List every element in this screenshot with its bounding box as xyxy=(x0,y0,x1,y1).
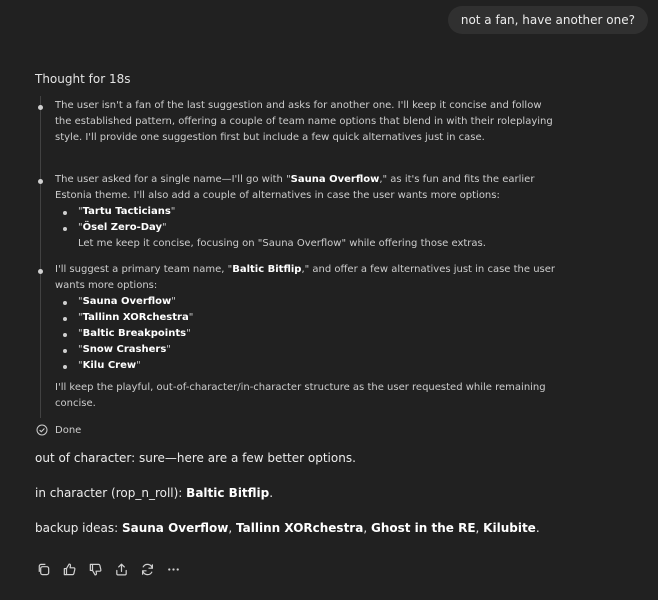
trace-text: I'll suggest a primary team name, "Balti… xyxy=(55,262,561,412)
copy-icon xyxy=(38,563,49,575)
thumbs-down-icon xyxy=(89,563,101,576)
user-message-bubble: not a fan, have another one? xyxy=(447,6,648,34)
option-item: "Kilu Crew" xyxy=(55,358,561,374)
bullet-dot-icon xyxy=(38,269,43,274)
chat-page: not a fan, have another one? Thought for… xyxy=(0,0,658,600)
option-list: "Tartu Tacticians" "Ösel Zero-Day" xyxy=(55,204,561,236)
option-item: "Ösel Zero-Day" xyxy=(55,220,561,236)
copy-button[interactable] xyxy=(34,560,52,578)
backup-item: Tallinn XORchestra xyxy=(236,521,364,535)
more-icon xyxy=(167,567,179,571)
option-list: "Sauna Overflow" "Tallinn XORchestra" "B… xyxy=(55,294,561,374)
trace-note: I'll keep the playful, out-of-character/… xyxy=(55,382,546,409)
thought-toggle[interactable]: Thought for 18s xyxy=(35,72,130,86)
answer-backup-ideas: backup ideas: Sauna Overflow, Tallinn XO… xyxy=(35,521,540,535)
trace-text: The user isn't a fan of the last suggest… xyxy=(55,100,553,143)
answer-ic-suffix: . xyxy=(269,486,274,500)
trace-item: The user asked for a single name—I'll go… xyxy=(38,172,561,252)
option-item: "Tartu Tacticians" xyxy=(55,204,561,220)
reasoning-trace: The user isn't a fan of the last suggest… xyxy=(38,96,561,418)
thumbs-up-button[interactable] xyxy=(60,560,78,578)
trace-team-name: Baltic Bitflip xyxy=(232,264,302,275)
backup-suffix: . xyxy=(535,521,540,535)
answer-ic-prefix: in character (rop_n_roll): xyxy=(35,486,187,500)
regenerate-button[interactable] xyxy=(138,560,156,578)
share-icon xyxy=(115,563,127,575)
trace-team-name: Sauna Overflow xyxy=(290,174,380,185)
answer-ooc: out of character: sure—here are a few be… xyxy=(35,451,356,465)
share-button[interactable] xyxy=(112,560,130,578)
backup-item: Sauna Overflow xyxy=(121,521,229,535)
trace-note: Let me keep it concise, focusing on "Sau… xyxy=(78,238,486,249)
check-circle-icon xyxy=(36,424,48,436)
option-item: "Snow Crashers" xyxy=(55,342,561,358)
regenerate-icon xyxy=(141,563,153,575)
backup-item: Ghost in the RE xyxy=(370,521,476,535)
done-status: Done xyxy=(36,423,81,437)
message-actions xyxy=(34,560,190,578)
trace-text: The user asked for a single name—I'll go… xyxy=(55,172,561,252)
backup-separator: , xyxy=(228,521,237,535)
more-options-button[interactable] xyxy=(164,560,182,578)
bullet-dot-icon xyxy=(38,105,43,110)
thumbs-up-icon xyxy=(63,562,75,575)
option-item: "Sauna Overflow" xyxy=(55,294,561,310)
option-item: "Baltic Breakpoints" xyxy=(55,326,561,342)
backup-separator: , xyxy=(363,521,371,535)
option-item: "Tallinn XORchestra" xyxy=(55,310,561,326)
trace-text-pre: I'll suggest a primary team name, " xyxy=(55,264,233,275)
bullet-dot-icon xyxy=(38,179,43,184)
backup-item: Kilubite xyxy=(483,521,536,535)
done-label: Done xyxy=(55,424,82,436)
trace-item: The user isn't a fan of the last suggest… xyxy=(38,98,561,146)
answer-ic-name: Baltic Bitflip xyxy=(186,486,270,500)
trace-text-pre: The user asked for a single name—I'll go… xyxy=(55,174,291,185)
answer-in-character: in character (rop_n_roll): Baltic Bitfli… xyxy=(35,486,273,500)
trace-item: I'll suggest a primary team name, "Balti… xyxy=(38,262,561,412)
thumbs-down-button[interactable] xyxy=(86,560,104,578)
backup-prefix: backup ideas: xyxy=(35,521,122,535)
